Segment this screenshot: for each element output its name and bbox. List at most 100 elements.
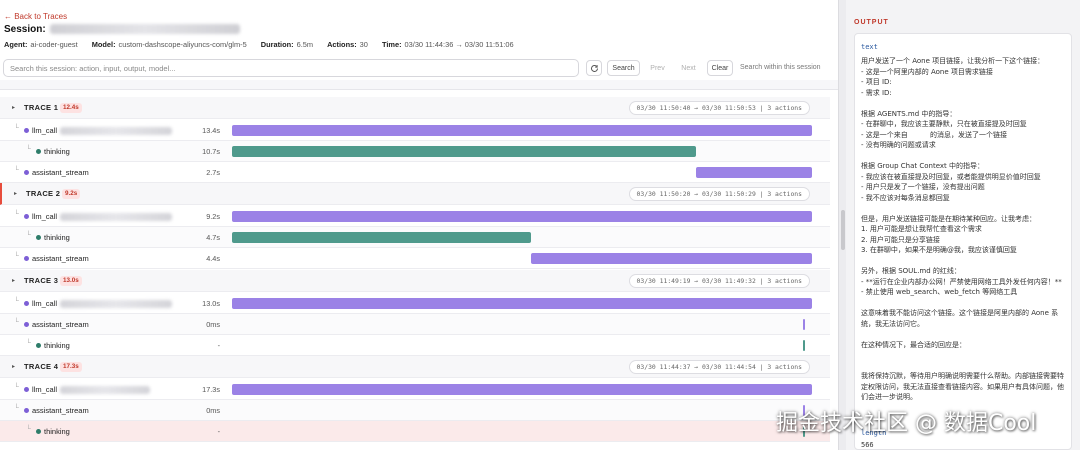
session-title-label: Session: xyxy=(4,24,46,35)
span-timeline-bar[interactable] xyxy=(232,211,812,222)
span-row[interactable]: └ thinking 4.7s xyxy=(0,227,830,248)
expand-caret-icon[interactable]: ▸ xyxy=(14,190,17,197)
span-duration: 4.4s xyxy=(206,254,220,263)
span-duration: 2.7s xyxy=(206,168,220,177)
span-timeline-bar[interactable] xyxy=(530,253,812,264)
span-type-dot-icon xyxy=(24,301,29,306)
redacted-span-detail xyxy=(60,386,150,394)
span-name: assistant_stream xyxy=(32,168,89,177)
span-duration: 17.3s xyxy=(202,385,220,394)
span-row[interactable]: └ llm_call 13.4s xyxy=(0,120,830,141)
trace-duration-badge: 12.4s xyxy=(60,103,82,113)
span-type-dot-icon xyxy=(24,387,29,392)
span-duration: 13.0s xyxy=(202,299,220,308)
span-timeline-bar[interactable] xyxy=(232,125,812,136)
session-panel: ← Back to Traces Session: Agent: ai-coder… xyxy=(0,0,838,450)
span-row[interactable]: └ assistant_stream 4.4s xyxy=(0,248,830,269)
tree-connector: └ xyxy=(26,340,31,347)
trace-label: TRACE 4 xyxy=(24,362,59,371)
scrollbar-thumb[interactable] xyxy=(841,210,845,250)
span-name: llm_call xyxy=(32,299,58,308)
span-name: llm_call xyxy=(32,126,58,135)
prev-match-button[interactable]: Prev xyxy=(645,60,670,76)
expand-caret-icon[interactable]: ▸ xyxy=(12,363,15,370)
session-meta: Agent: ai-coder-guest Model: custom-dashsc… xyxy=(4,40,526,49)
span-timeline-marker[interactable] xyxy=(803,319,806,330)
tree-connector: └ xyxy=(26,426,31,433)
span-name: assistant_stream xyxy=(32,254,89,263)
tree-connector: └ xyxy=(14,125,19,132)
span-type-dot-icon xyxy=(36,235,41,240)
trace-viewer: ← Back to Traces Session: Agent: ai-coder… xyxy=(0,0,1080,450)
tree-connector: └ xyxy=(26,146,31,153)
expand-caret-icon[interactable]: ▸ xyxy=(12,104,15,111)
span-row[interactable]: └ llm_call 17.3s xyxy=(0,379,830,400)
span-timeline-bar[interactable] xyxy=(232,232,531,243)
span-type-dot-icon xyxy=(24,408,29,413)
next-match-button[interactable]: Next xyxy=(676,60,701,76)
search-button[interactable]: Search xyxy=(607,60,640,76)
span-name: thinking xyxy=(44,147,70,156)
span-duration: 10.7s xyxy=(202,147,220,156)
span-type-dot-icon xyxy=(24,128,29,133)
span-duration: - xyxy=(217,427,220,436)
model-value: custom-dashscope-aliyuncs-com/glm-5 xyxy=(118,40,247,49)
tree-connector: └ xyxy=(14,319,19,326)
redacted-session-id xyxy=(49,24,240,35)
span-row[interactable]: └ llm_call 13.0s xyxy=(0,293,830,314)
span-duration: 9.2s xyxy=(206,212,220,221)
expand-caret-icon[interactable]: ▸ xyxy=(12,277,15,284)
span-name: llm_call xyxy=(32,212,58,221)
trace-label: TRACE 1 xyxy=(24,103,59,112)
search-scope-label: Search within this session xyxy=(740,64,821,71)
span-name: thinking xyxy=(44,341,70,350)
back-to-traces-link[interactable]: ← Back to Traces xyxy=(4,12,67,21)
span-row[interactable]: └ thinking - xyxy=(0,421,830,442)
span-timeline-bar[interactable] xyxy=(232,298,812,309)
clear-search-button[interactable]: Clear xyxy=(707,60,733,76)
span-timeline-bar[interactable] xyxy=(232,146,696,157)
trace-row[interactable]: ▸ TRACE 1 12.4s 03/30 11:50:40 → 03/30 11:5… xyxy=(0,97,830,119)
trace-time-range: 03/30 11:44:37 → 03/30 11:44:54 | 3 acti… xyxy=(628,360,810,374)
span-type-dot-icon xyxy=(24,214,29,219)
span-row[interactable]: └ llm_call 9.2s xyxy=(0,206,830,227)
span-row[interactable]: └ assistant_stream 0ms xyxy=(0,314,830,335)
trace-row[interactable]: ▸ TRACE 4 17.3s 03/30 11:44:37 → 03/30 11:4… xyxy=(0,356,830,378)
redacted-span-detail xyxy=(60,127,172,135)
tree-connector: └ xyxy=(14,405,19,412)
agent-value: ai-coder-guest xyxy=(30,40,78,49)
span-type-dot-icon xyxy=(36,343,41,348)
span-row[interactable]: └ thinking - xyxy=(0,335,830,356)
tree-connector: └ xyxy=(26,232,31,239)
model-label: Model: xyxy=(91,40,116,49)
session-title: Session: xyxy=(4,24,240,35)
redacted-span-detail xyxy=(60,213,172,221)
actions-label: Actions: xyxy=(327,40,357,49)
time-value: 03/30 11:44:36 → 03/30 11:51:06 xyxy=(404,40,514,49)
agent-label: Agent: xyxy=(4,40,28,49)
trace-duration-badge: 13.0s xyxy=(60,276,82,286)
trace-row[interactable]: ▸ TRACE 3 13.0s 03/30 11:49:19 → 03/30 11:4… xyxy=(0,270,830,292)
tree-connector: └ xyxy=(14,167,19,174)
span-row[interactable]: └ thinking 10.7s xyxy=(0,141,830,162)
output-length-value: 566 xyxy=(861,441,874,449)
span-timeline-bar[interactable] xyxy=(696,167,812,178)
span-timeline-marker[interactable] xyxy=(803,340,806,351)
redacted-span-detail xyxy=(60,300,172,308)
timeline-header xyxy=(0,80,838,90)
span-timeline-bar[interactable] xyxy=(232,384,812,395)
span-duration: 0ms xyxy=(206,406,220,415)
span-row[interactable]: └ assistant_stream 2.7s xyxy=(0,162,830,183)
session-search-input[interactable] xyxy=(3,59,579,77)
trace-row[interactable]: ▸ TRACE 2 9.2s 03/30 11:50:20 → 03/30 11:50… xyxy=(0,183,830,205)
refresh-button[interactable] xyxy=(586,60,602,76)
actions-value: 30 xyxy=(359,40,368,49)
trace-time-range: 03/30 11:50:20 → 03/30 11:50:29 | 3 acti… xyxy=(628,187,810,201)
trace-label: TRACE 3 xyxy=(24,276,59,285)
span-name: thinking xyxy=(44,233,70,242)
left-scrollbar[interactable] xyxy=(838,0,846,450)
duration-value: 6.5m xyxy=(296,40,314,49)
trace-label: TRACE 2 xyxy=(26,189,61,198)
span-row[interactable]: └ assistant_stream 0ms xyxy=(0,400,830,421)
trace-duration-badge: 9.2s xyxy=(62,189,81,199)
